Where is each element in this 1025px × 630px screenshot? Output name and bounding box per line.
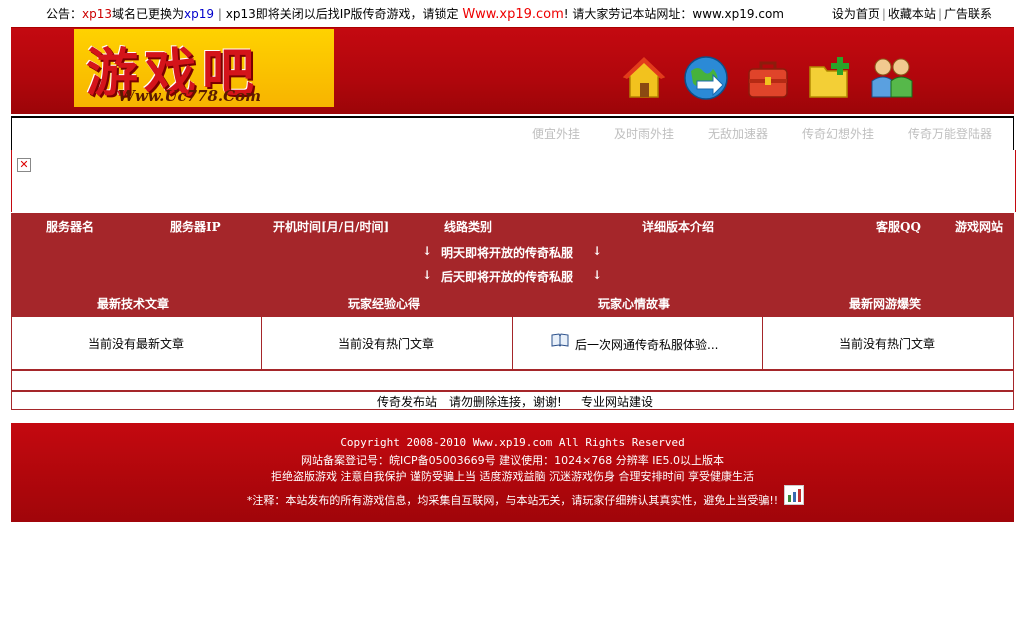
section-header-player-stories: 玩家心情故事	[598, 297, 671, 311]
article-empty-text: 当前没有最新文章	[88, 337, 185, 351]
col-header-version-intro: 详细版本介绍	[642, 220, 715, 234]
arrow-down-icon: ↓	[422, 268, 433, 282]
day-after-servers-heading: 后天即将开放的传奇私服	[441, 270, 574, 284]
blank-row	[11, 370, 1014, 391]
article-link[interactable]: 后一次网通传奇私服体验...	[575, 336, 718, 353]
col-header-game-site: 游戏网站	[955, 220, 1004, 234]
article-cell: 当前没有最新文章	[12, 317, 262, 369]
bottom-links-bar: 传奇发布站 请勿删除连接，谢谢! 专业网站建设	[11, 391, 1014, 410]
globe-arrow-icon[interactable]	[683, 55, 729, 101]
menu-item-speed-booster[interactable]: 无敌加速器	[708, 125, 768, 142]
folder-add-icon[interactable]	[807, 55, 853, 101]
web-build-link[interactable]: 专业网站建设	[581, 393, 653, 410]
logo-url: Www.Uc778.Com	[118, 87, 261, 105]
add-favorite-link[interactable]: 收藏本站	[888, 7, 936, 21]
section-header-tech-articles: 最新技术文章	[97, 297, 170, 311]
arrow-down-icon: ↓	[422, 244, 433, 258]
home-icon[interactable]	[621, 55, 667, 101]
banner-area	[11, 150, 1016, 212]
col-header-server-ip: 服务器IP	[170, 220, 221, 234]
release-site-link[interactable]: 传奇发布站	[377, 393, 437, 410]
menu-item-universal-launcher[interactable]: 传奇万能登陆器	[908, 125, 992, 142]
new-domain-link[interactable]: xp19	[184, 7, 214, 21]
users-icon[interactable]	[869, 55, 915, 101]
top-link-sep: |	[937, 7, 942, 21]
article-cell: 后一次网通传奇私服体验...	[513, 317, 763, 369]
menu-item-jishiyu-plugin[interactable]: 及时雨外挂	[614, 125, 674, 142]
tomorrow-servers-heading: 明天即将开放的传奇私服	[441, 246, 574, 260]
article-cell: 当前没有热门文章	[763, 317, 1013, 369]
notice-closing-text: xp13即将关闭以后找IP版传奇游戏，请锁定	[221, 7, 463, 21]
icp-text: 网站备案登记号：皖ICP备05003669号 建议使用：1024×768 分辨率…	[301, 454, 724, 467]
articles-row: 当前没有最新文章 当前没有热门文章 后一次网通传奇私服体验... 当前没有热门文…	[11, 316, 1014, 370]
top-links: 设为首页 | 收藏本站 | 广告联系	[832, 5, 992, 22]
menu-item-cheap-plugin[interactable]: 便宜外挂	[532, 125, 580, 142]
nav-menu-bar: 便宜外挂 及时雨外挂 无敌加速器 传奇幻想外挂 传奇万能登陆器	[11, 116, 1014, 151]
book-icon	[551, 333, 569, 350]
arrow-down-icon: ↓	[592, 244, 603, 258]
notice-remember-text: ! 请大家劳记本站网址：www.xp19.com	[563, 7, 784, 21]
set-homepage-link[interactable]: 设为首页	[832, 7, 880, 21]
site-url-link[interactable]: Www.xp19.com	[462, 7, 563, 22]
menu-item-fantasy-plugin[interactable]: 传奇幻想外挂	[802, 125, 874, 142]
article-cell: 当前没有热门文章	[262, 317, 513, 369]
col-header-server-name: 服务器名	[46, 220, 95, 234]
stats-counter-icon[interactable]	[784, 485, 804, 505]
section-header-funny-news: 最新网游爆笑	[849, 297, 922, 311]
briefcase-icon[interactable]	[745, 55, 791, 101]
article-empty-text: 当前没有热门文章	[839, 337, 936, 351]
broken-image-icon: ✕	[17, 158, 31, 172]
disclaimer-text: *注释：本站发布的所有游戏信息，均采集自互联网，与本站无关，请玩家仔细辨认其真实…	[246, 494, 779, 507]
section-header-player-experience: 玩家经验心得	[348, 297, 421, 311]
article-empty-text: 当前没有热门文章	[338, 337, 435, 351]
health-notice-text: 拒绝盗版游戏 注意自我保护 谨防受骗上当 适度游戏益脑 沉迷游戏伤身 合理安排时…	[271, 470, 754, 483]
col-header-qq: 客服QQ	[876, 220, 921, 234]
ad-contact-link[interactable]: 广告联系	[944, 7, 992, 21]
top-link-sep: |	[881, 7, 886, 21]
site-footer: Copyright 2008-2010 Www.xp19.com All Rig…	[11, 423, 1014, 522]
notice-changed-text: 域名已更换为	[112, 7, 185, 21]
site-logo[interactable]: 游戏吧 Www.Uc778.Com	[74, 29, 334, 107]
copyright-text: Copyright 2008-2010 Www.xp19.com All Rig…	[340, 436, 685, 449]
notice-bar: 公告：xp13域名已更换为xp19 | xp13即将关闭以后找IP版传奇游戏，请…	[46, 5, 784, 22]
arrow-down-icon: ↓	[592, 268, 603, 282]
col-header-line-type: 线路类别	[444, 220, 493, 234]
old-domain: xp13	[82, 7, 113, 21]
keep-link-notice: 请勿删除连接，谢谢!	[449, 395, 562, 409]
col-header-open-time: 开机时间[月/日/时间]	[273, 220, 390, 234]
notice-prefix: 公告：	[46, 7, 83, 21]
